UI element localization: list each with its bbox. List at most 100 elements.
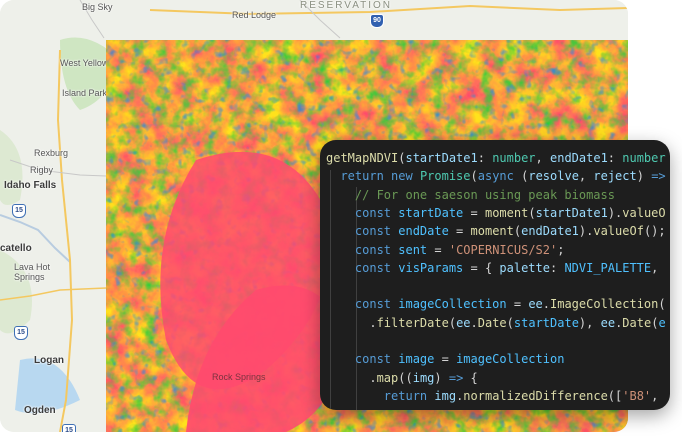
code-token: const [326,205,399,220]
map-label-pocatello: catello [0,243,32,254]
code-token: ( [506,315,514,330]
code-token: number [492,151,536,165]
code-token: imageCollection [398,297,507,312]
map-label-rexburg: Rexburg [34,148,69,158]
code-token: , [651,260,659,275]
route-shield-15: 15 [14,326,28,340]
code-token: async [477,169,522,184]
code-token: ( [528,205,536,220]
code-token: . [470,315,478,330]
code-token: ([ [607,388,623,403]
code-token: , [578,169,594,184]
code-token: visParams [398,260,464,275]
code-line: // For one saeson using peak biomass [326,187,615,204]
code-token: resolve [528,169,579,184]
code-token: const [326,260,399,275]
code-line: const sent = 'COPERNICUS/S2'; [326,242,565,259]
code-line: return img.normalizedDifference(['B8', [326,388,659,405]
code-token: return [326,169,392,184]
route-shield-15: 15 [62,424,76,432]
code-line: .map((img) => { [326,370,478,387]
code-token: endDate1 [521,224,579,239]
code-token: endDate1 [550,151,608,165]
code-line: .filterDate(ee.Date(startDate), ee.Date(… [326,315,665,332]
code-editor-panel[interactable]: getMapNDVI(startDate1: number, endDate1:… [320,140,670,410]
code-token: ; [557,242,565,257]
code-token: ( [448,315,457,330]
map-label-island-park: Island Park [62,88,108,98]
route-shield-15: 15 [12,204,26,218]
code-token: img [434,388,457,403]
code-token: = [463,205,485,220]
code-line: const startDate = moment(startDate1).val… [326,205,666,222]
code-token: : [477,151,493,165]
code-token: endDate [398,224,449,239]
code-token: ee [600,315,616,330]
code-token: startDate [398,205,464,220]
code-token: ( [658,297,666,312]
code-token: startDate [513,315,579,330]
code-token: Promise [419,169,471,184]
code-token: . [542,297,550,312]
map-label-red-lodge: Red Lodge [232,10,277,20]
code-token: , [535,151,550,165]
code-token: ) [636,169,652,184]
code-token: moment [470,224,514,239]
code-token: const [326,297,399,312]
code-token: valueOf [593,224,644,239]
code-token: startDate1 [405,151,478,165]
code-token: ). [578,224,594,239]
code-line: const visParams = { palette: NDVI_PALETT… [326,260,658,277]
code-token: imageCollection [456,352,565,367]
code-token: { [463,370,478,385]
code-token: = { [463,260,500,275]
map-label-big-sky: Big Sky [82,2,113,12]
code-token: return [326,388,435,403]
code-token: : [607,151,623,165]
code-token: ee [456,315,471,330]
code-token: ) [434,370,449,385]
code-token: NDVI_PALETTE [564,260,652,275]
code-token: const [326,242,399,257]
code-token: 'B8' [622,388,652,403]
code-token: = [506,297,529,312]
code-token: startDate1 [535,205,608,220]
code-token: 'COPERNICUS/S2' [448,242,558,257]
code-line: const endDate = moment(endDate1).valueOf… [326,223,666,240]
map-label-lava-hot-springs: Lava Hot Springs [14,262,51,282]
code-token: . [326,370,377,385]
hero-illustration: Big Sky Red Lodge RESERVATION West Yello… [0,0,682,446]
code-token: image [398,352,435,367]
code-line: const image = imageCollection [326,351,565,368]
code-token: img [412,370,435,385]
map-label-logan: Logan [34,355,64,366]
map-label-rock-springs: Rock Springs [212,372,266,382]
code-token: ImageCollection [550,297,659,312]
code-token: reject [593,169,637,184]
map-label-ogden: Ogden [24,405,56,416]
code-token: => [448,370,464,385]
code-token: sent [398,242,428,257]
code-token: . [326,315,377,330]
code-token: const [326,224,399,239]
code-token: palette [499,260,550,275]
code-token: valueO [622,205,666,220]
code-token: , [651,388,659,403]
route-shield-90: 90 [370,14,384,28]
code-token: ( [470,169,478,184]
code-token: ). [607,205,623,220]
code-token: new [391,169,420,184]
map-label-reservation: RESERVATION [300,0,393,11]
code-line: return new Promise(async (resolve, rejec… [326,168,666,185]
code-token: => [651,169,666,184]
code-token: filterDate [376,315,449,330]
code-token: (( [398,370,413,385]
code-token: ee [528,297,543,312]
map-label-idaho-falls: Idaho Falls [4,180,57,191]
code-token: getMapNDVI [326,151,399,165]
code-token: : [549,260,565,275]
code-token: Date [477,315,507,330]
code-token: = [448,224,471,239]
code-token: const [326,352,399,367]
code-token: number [622,151,666,165]
